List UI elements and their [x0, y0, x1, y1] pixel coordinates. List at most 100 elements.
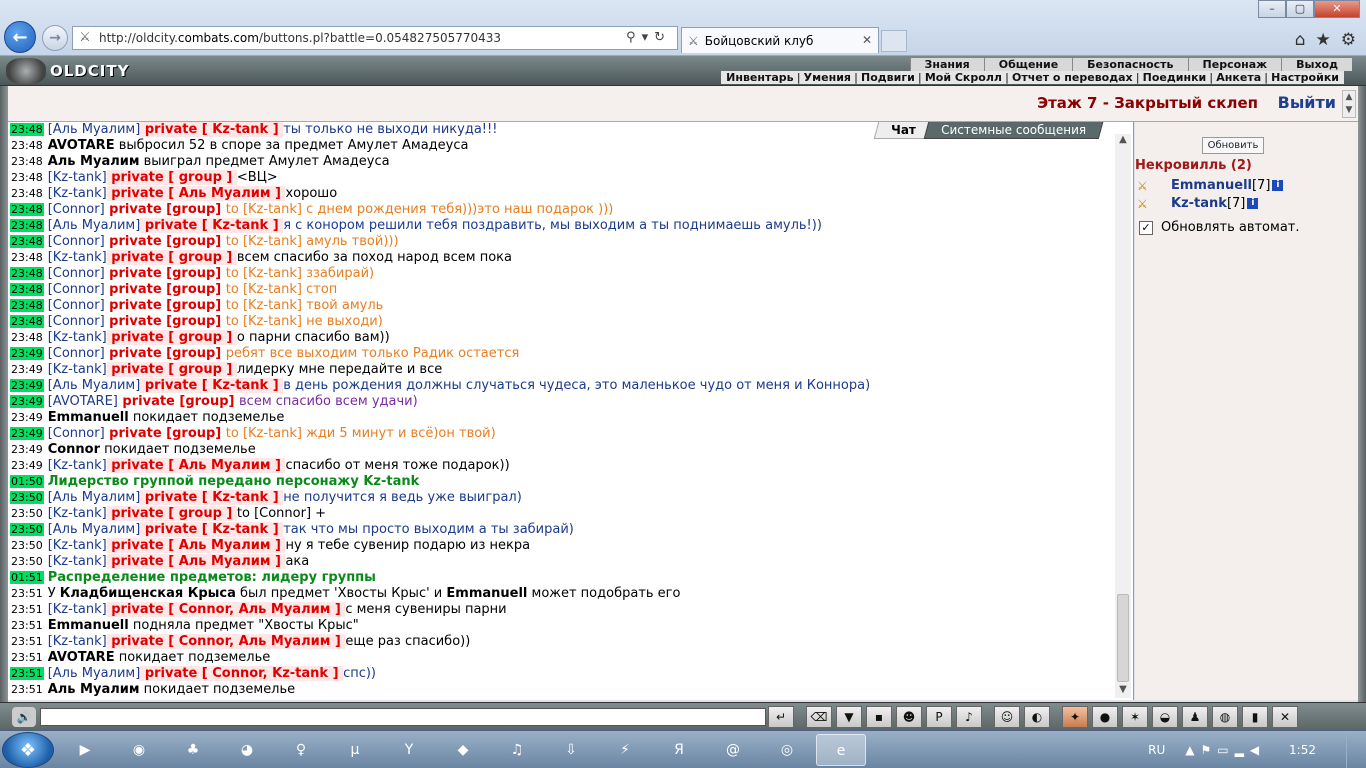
internet-explorer-icon[interactable]: e [816, 734, 866, 766]
private-recipient[interactable]: private [ Аль Муалим ] [106, 538, 286, 553]
maximize-button[interactable]: ▢ [1286, 0, 1314, 18]
message-timestamp[interactable]: 23:48 [10, 171, 44, 184]
eraser-icon[interactable]: ⌫ [806, 706, 832, 728]
odnoklassniki-icon[interactable]: ♀ [276, 734, 326, 766]
utorrent-icon[interactable]: µ [330, 734, 380, 766]
menu-communication[interactable]: Общение [983, 58, 1073, 71]
sender-name[interactable]: [Connor] [48, 346, 105, 361]
address-bar[interactable]: ⚔ http://oldcity. combats.com/buttons.pl?… [72, 26, 678, 50]
submenu-inventory[interactable]: Инвентарь [725, 71, 794, 84]
private-recipient[interactable]: private [ Connor, Kz-tank ] [140, 666, 344, 681]
submenu-settings[interactable]: Настройки [1270, 71, 1340, 84]
sound-app-icon[interactable]: ♫ [492, 734, 542, 766]
private-recipient[interactable]: private [ Kz-tank ] [140, 122, 284, 137]
sender-name[interactable]: Кладбищенская Крыса [60, 586, 236, 601]
player-name[interactable]: Kz-tank [1171, 196, 1227, 211]
location-scrollbar[interactable]: ▲ ▼ [1342, 90, 1356, 118]
mail-agent-icon[interactable]: @ [708, 734, 758, 766]
sender-name[interactable]: [Connor] [48, 314, 105, 329]
private-recipient[interactable]: private [group] [105, 234, 226, 249]
message-timestamp[interactable]: 23:51 [10, 651, 44, 664]
message-timestamp[interactable]: 23:51 [10, 619, 44, 632]
sender-name[interactable]: [Connor] [48, 426, 105, 441]
private-recipient[interactable]: private [group] [105, 266, 226, 281]
beast-icon[interactable]: ✶ [1122, 706, 1148, 728]
private-recipient[interactable]: private [ Аль Муалим ] [106, 186, 286, 201]
submenu-achievements[interactable]: Подвиги [860, 71, 916, 84]
forward-button[interactable]: → [42, 25, 68, 51]
sender-name[interactable]: AVOTARE [48, 650, 115, 665]
back-button[interactable]: ← [4, 21, 36, 53]
checkbox-checked-icon[interactable]: ✓ [1139, 220, 1153, 235]
message-timestamp[interactable]: 23:48 [10, 283, 44, 296]
message-timestamp[interactable]: 23:49 [10, 379, 44, 392]
new-tab-button[interactable] [881, 30, 907, 52]
private-recipient[interactable]: private [ Kz-tank ] [140, 522, 284, 537]
yandex-browser-icon[interactable]: Y [384, 734, 434, 766]
pig-icon[interactable]: ◍ [1212, 706, 1238, 728]
sender-name[interactable]: [Connor] [48, 234, 105, 249]
message-timestamp[interactable]: 01:51 [10, 571, 44, 584]
volume-icon[interactable]: ◀ [1250, 743, 1265, 757]
burner-icon[interactable]: ◆ [438, 734, 488, 766]
sender-name[interactable]: Аль Муалим [48, 682, 140, 697]
message-timestamp[interactable]: 23:48 [10, 299, 44, 312]
sender-name[interactable]: [Connor] [48, 282, 105, 297]
message-timestamp[interactable]: 23:48 [10, 155, 44, 168]
message-timestamp[interactable]: 23:51 [10, 603, 44, 616]
private-recipient[interactable]: private [ group ] [106, 330, 237, 345]
player-name[interactable]: Emmanuell [1171, 178, 1252, 193]
submenu-transfer-report[interactable]: Отчет о переводах [1011, 71, 1134, 84]
message-timestamp[interactable]: 23:50 [10, 555, 44, 568]
private-recipient[interactable]: private [ group ] [106, 362, 237, 377]
sender-name[interactable]: Аль Муалим [48, 154, 140, 169]
scroll-down-icon[interactable]: ▼ [1115, 684, 1131, 698]
chat-input[interactable] [40, 708, 766, 726]
private-recipient[interactable]: private [group] [105, 298, 226, 313]
sender-name[interactable]: [Kz-tank] [48, 538, 107, 553]
mask-icon[interactable]: ◐ [1024, 706, 1050, 728]
sender-name[interactable]: [Kz-tank] [48, 170, 107, 185]
message-timestamp[interactable]: 23:49 [10, 395, 44, 408]
send-icon[interactable]: ↵ [768, 706, 794, 728]
webcam-icon[interactable]: ◉ [114, 734, 164, 766]
message-timestamp[interactable]: 01:50 [10, 475, 44, 488]
message-timestamp[interactable]: 23:51 [10, 683, 44, 696]
sender-name[interactable]: [Kz-tank] [48, 634, 107, 649]
message-timestamp[interactable]: 23:51 [10, 635, 44, 648]
message-timestamp[interactable]: 23:48 [10, 315, 44, 328]
private-recipient[interactable]: private [ Kz-tank ] [140, 218, 284, 233]
sender-name[interactable]: [Аль Муалим] [48, 122, 141, 137]
language-indicator[interactable]: RU [1148, 743, 1165, 757]
figure-icon[interactable]: ♟ [1182, 706, 1208, 728]
private-recipient[interactable]: private [ Connor, Аль Муалим ] [106, 602, 346, 617]
message-timestamp[interactable]: 23:49 [10, 347, 44, 360]
message-timestamp[interactable]: 23:49 [10, 363, 44, 376]
private-recipient[interactable]: private [ group ] [106, 170, 237, 185]
sender-name[interactable]: Connor [48, 442, 100, 457]
clock[interactable]: 1:52 [1289, 743, 1316, 757]
magic-icon[interactable]: ✦ [1062, 706, 1088, 728]
message-timestamp[interactable]: 23:48 [10, 235, 44, 248]
menu-knowledge[interactable]: Знания [909, 58, 984, 71]
sender-name[interactable]: [AVOTARE] [48, 394, 118, 409]
running-man-icon[interactable]: ☻ [896, 706, 922, 728]
browser-tab[interactable]: ⚔ Бойцовский клуб ✕ [681, 27, 879, 53]
chrome-icon[interactable]: ◎ [762, 734, 812, 766]
sender-name[interactable]: [Аль Муалим] [48, 218, 141, 233]
player-row[interactable]: ⚔ Kz-tank [7] i [1137, 196, 1259, 211]
yandex-icon[interactable]: Я [654, 734, 704, 766]
message-timestamp[interactable]: 23:50 [10, 523, 44, 536]
sender-name[interactable]: [Аль Муалим] [48, 378, 141, 393]
player-row[interactable]: ⚔ Emmanuell [7] i [1137, 178, 1284, 193]
submenu-my-scroll[interactable]: Мой Скролл [924, 71, 1003, 84]
refresh-icon[interactable]: ↻ [654, 30, 671, 45]
private-recipient[interactable]: private [ group ] [106, 506, 237, 521]
close-chat-icon[interactable]: ✕ [1272, 706, 1298, 728]
start-button[interactable]: ❖ [2, 732, 54, 768]
media-player-icon[interactable]: ▶ [60, 734, 110, 766]
show-desktop-button[interactable] [1346, 731, 1358, 768]
sender-name[interactable]: Emmanuell [446, 586, 527, 601]
sender-name[interactable]: [Connor] [48, 266, 105, 281]
sender-name[interactable]: [Kz-tank] [48, 250, 107, 265]
